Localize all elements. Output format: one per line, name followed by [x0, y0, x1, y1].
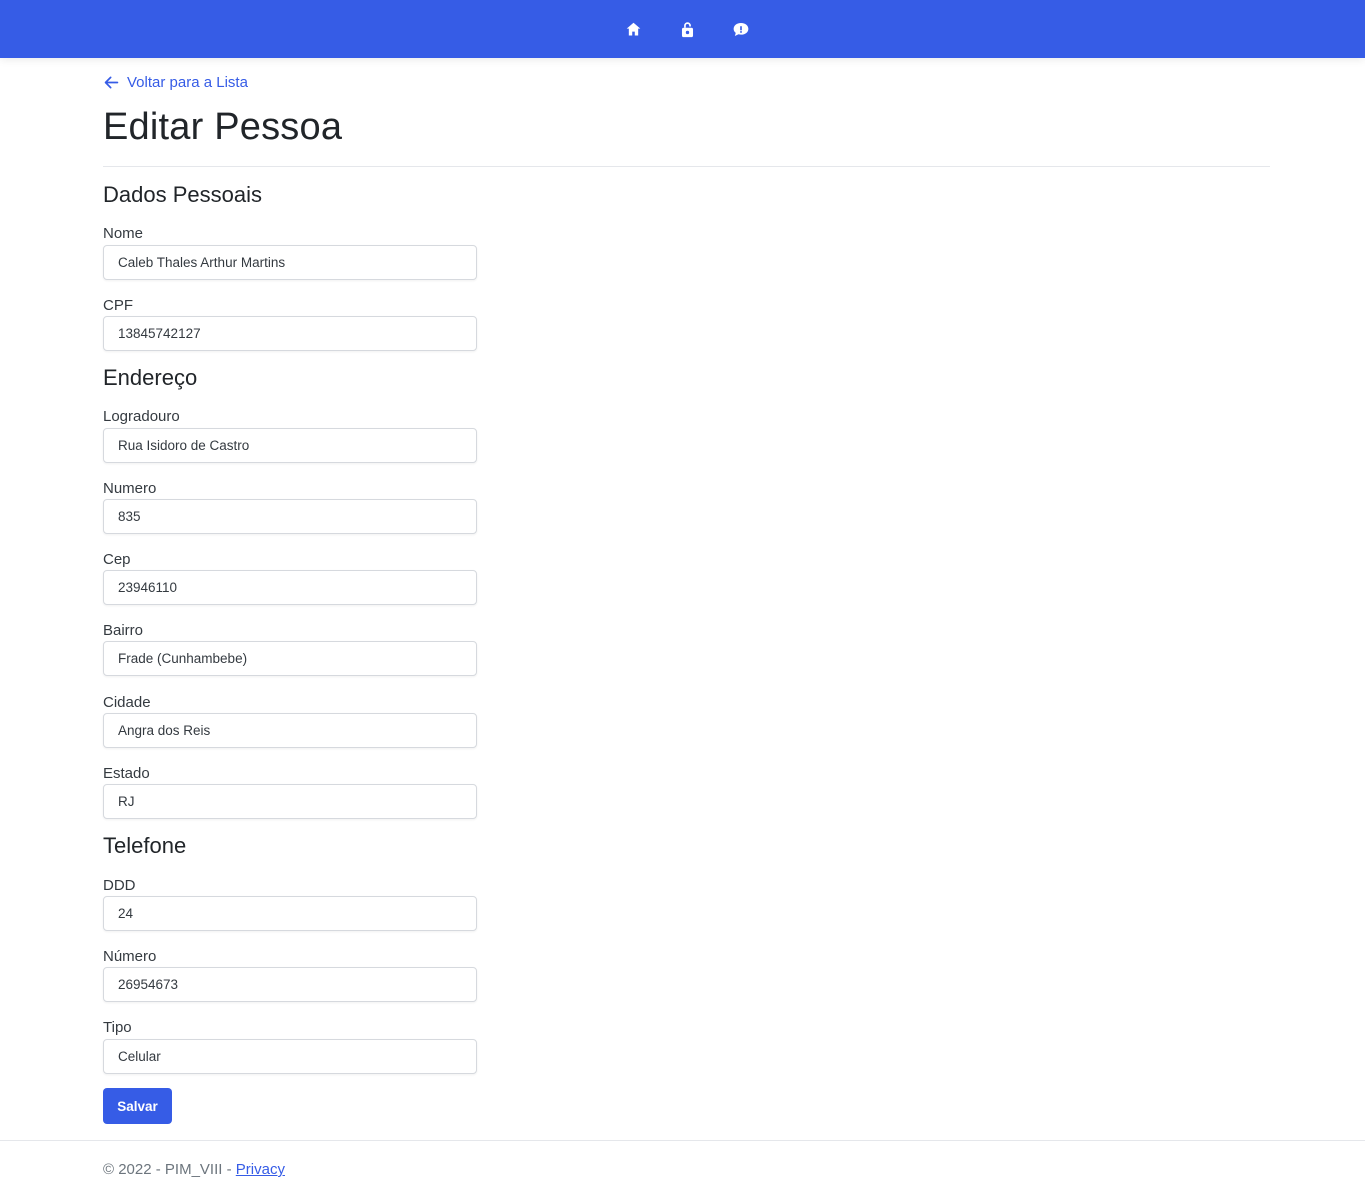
cpf-label: CPF: [103, 297, 133, 314]
telefone-numero-label: Número: [103, 948, 157, 965]
home-icon[interactable]: [623, 19, 643, 39]
bairro-label: Bairro: [103, 622, 144, 639]
page-footer: © 2022 - PIM_VIII - Privacy: [0, 1140, 1365, 1191]
tipo-input[interactable]: [103, 1039, 477, 1074]
lock-icon[interactable]: [677, 19, 697, 39]
cidade-label: Cidade: [103, 694, 151, 711]
section-heading-dados-pessoais: Dados Pessoais: [103, 182, 262, 207]
section-heading-telefone: Telefone: [103, 833, 187, 858]
cidade-input[interactable]: [103, 713, 477, 748]
estado-label: Estado: [103, 765, 150, 782]
cep-input[interactable]: [103, 570, 477, 605]
cep-label: Cep: [103, 551, 131, 568]
top-navbar: [0, 0, 1365, 58]
ddd-label: DDD: [103, 877, 136, 894]
privacy-link[interactable]: Privacy: [236, 1161, 285, 1178]
chat-icon[interactable]: [731, 19, 751, 39]
cpf-input[interactable]: [103, 316, 477, 351]
save-button[interactable]: Salvar: [103, 1088, 172, 1124]
back-to-list-link[interactable]: Voltar para a Lista: [103, 74, 248, 91]
bairro-input[interactable]: [103, 641, 477, 676]
nome-input[interactable]: [103, 245, 477, 280]
estado-input[interactable]: [103, 784, 477, 819]
arrow-left-icon: [104, 76, 119, 89]
footer-text: © 2022 - PIM_VIII - Privacy: [103, 1161, 285, 1178]
logradouro-input[interactable]: [103, 428, 477, 463]
footer-copyright: © 2022 - PIM_VIII -: [103, 1161, 236, 1178]
numero-input[interactable]: [103, 499, 477, 534]
tipo-label: Tipo: [103, 1019, 132, 1036]
page-title: Editar Pessoa: [103, 106, 343, 148]
nome-label: Nome: [103, 225, 144, 242]
back-link-label: Voltar para a Lista: [127, 74, 248, 91]
ddd-input[interactable]: [103, 896, 477, 931]
title-divider: [103, 166, 1270, 167]
section-heading-endereco: Endereço: [103, 365, 198, 390]
numero-label: Numero: [103, 480, 157, 497]
logradouro-label: Logradouro: [103, 408, 180, 425]
telefone-numero-input[interactable]: [103, 967, 477, 1002]
